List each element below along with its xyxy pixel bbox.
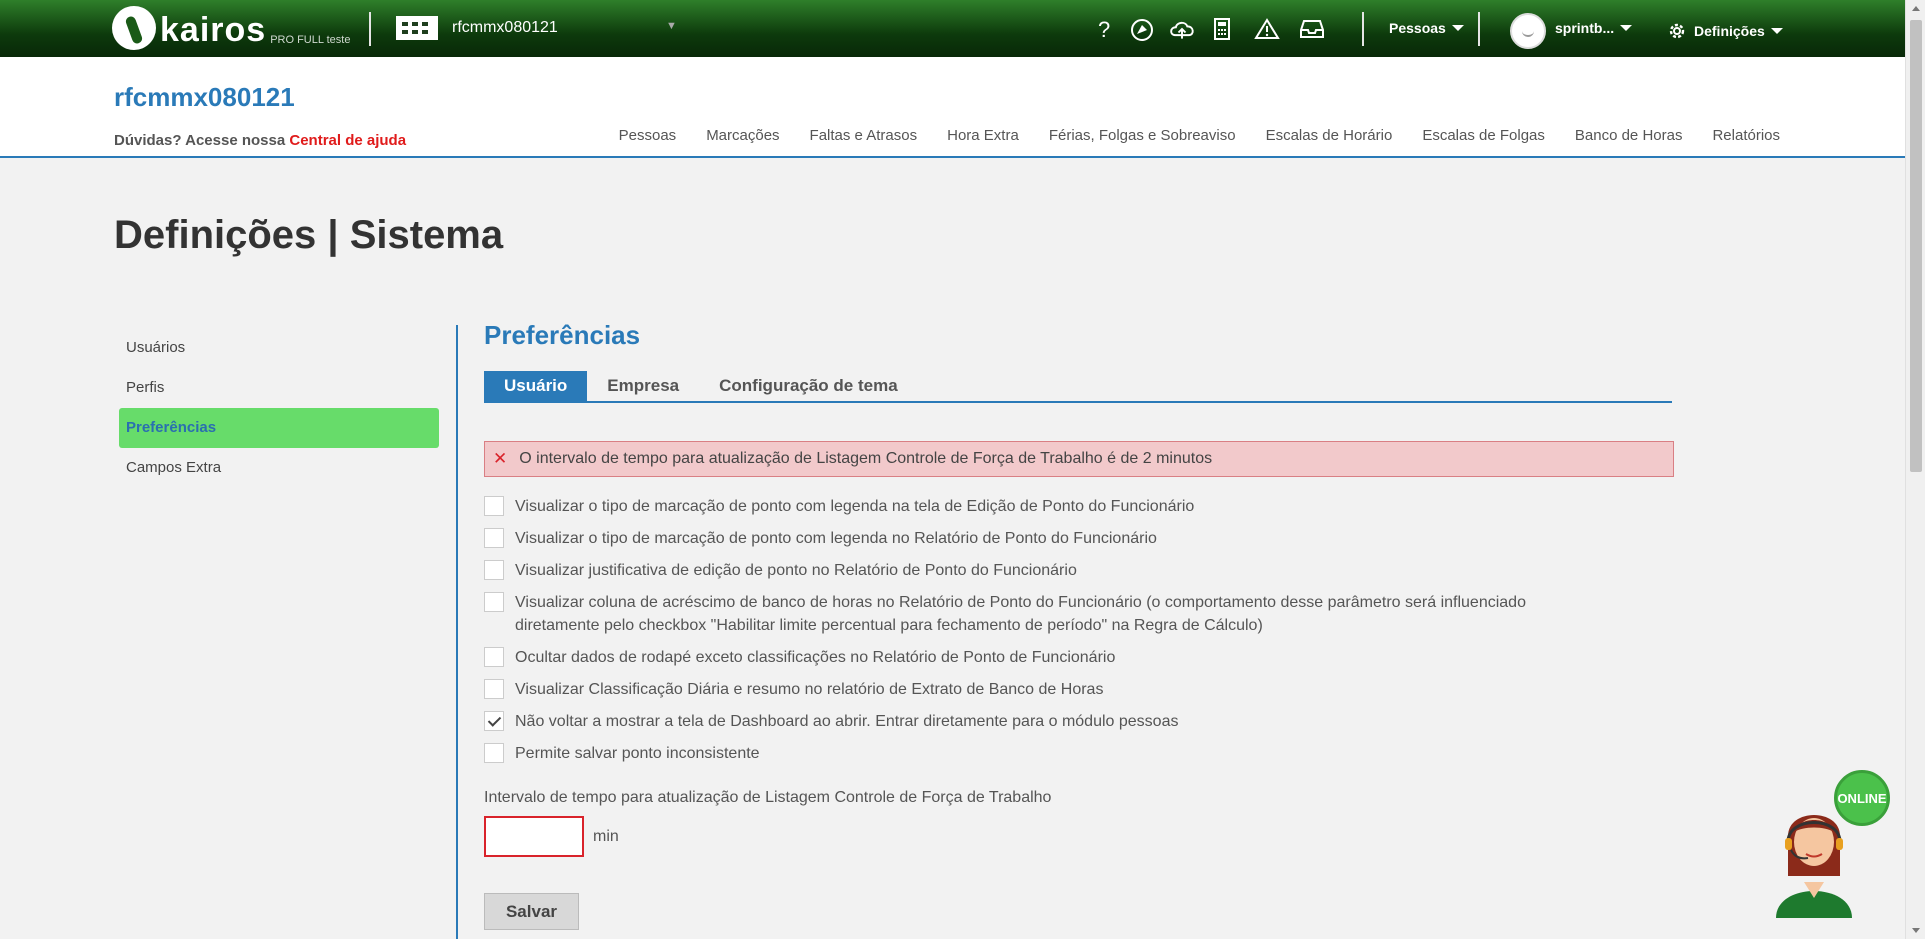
- divider: [1362, 12, 1364, 46]
- option-row: Visualizar Classificação Diária e resumo…: [484, 678, 1674, 701]
- option-row: Permite salvar ponto inconsistente: [484, 742, 1674, 765]
- logo-text: kairos: [160, 11, 267, 49]
- kairos-logo-mark: [112, 6, 156, 50]
- option-row: Visualizar o tipo de marcação de ponto c…: [484, 495, 1674, 518]
- section-title: Preferências: [484, 320, 641, 350]
- user-menu[interactable]: sprintb...: [1555, 20, 1633, 36]
- help-text: Dúvidas? Acesse nossa Central de ajuda: [114, 132, 406, 149]
- help-prefix: Dúvidas? Acesse nossa: [114, 132, 290, 149]
- warning-icon[interactable]: [1253, 16, 1281, 42]
- side-menu-item-campos-extra[interactable]: Campos Extra: [119, 448, 439, 488]
- cloud-upload-icon[interactable]: [1168, 16, 1196, 42]
- option-label: Visualizar o tipo de marcação de ponto c…: [515, 498, 1195, 515]
- preference-options: Visualizar o tipo de marcação de ponto c…: [484, 495, 1674, 765]
- option-label: Visualizar coluna de acréscimo de banco …: [515, 594, 1526, 634]
- option-row: Visualizar coluna de acréscimo de banco …: [484, 591, 1674, 637]
- option-label: Visualizar justificativa de edição de po…: [515, 562, 1077, 579]
- building-icon: [396, 16, 438, 40]
- tab-empresa[interactable]: Empresa: [587, 371, 699, 401]
- save-button[interactable]: Salvar: [484, 893, 579, 930]
- option-checkbox[interactable]: [484, 647, 504, 667]
- option-checkbox[interactable]: [484, 743, 504, 763]
- option-label: Ocultar dados de rodapé exceto classific…: [515, 649, 1116, 666]
- help-icon[interactable]: ?: [1089, 16, 1117, 42]
- nav-item-pessoas[interactable]: Pessoas: [619, 127, 677, 144]
- nav-item-relatorios[interactable]: Relatórios: [1712, 127, 1780, 144]
- option-row: Visualizar justificativa de edição de po…: [484, 559, 1674, 582]
- preferences-panel: Preferências Usuário Empresa Configuraçã…: [484, 320, 1674, 930]
- top-bar: kairos PRO FULL teste rfcmmx080121 ▼ ? P…: [0, 0, 1905, 57]
- error-message: O intervalo de tempo para atualização de…: [519, 450, 1213, 467]
- people-menu[interactable]: Pessoas: [1389, 20, 1464, 36]
- gear-icon: [1669, 23, 1685, 39]
- avatar[interactable]: [1510, 13, 1546, 49]
- settings-menu-label: Definições: [1694, 23, 1765, 39]
- people-menu-label: Pessoas: [1389, 20, 1446, 36]
- company-selector-label: rfcmmx080121: [452, 19, 558, 36]
- side-menu: Usuários Perfis Preferências Campos Extr…: [119, 328, 439, 488]
- page-header: rfcmmx080121 Dúvidas? Acesse nossa Centr…: [0, 57, 1905, 158]
- option-checkbox[interactable]: [484, 679, 504, 699]
- tab-configuracao-tema[interactable]: Configuração de tema: [699, 371, 918, 401]
- company-selector[interactable]: rfcmmx080121 ▼: [396, 16, 677, 40]
- scrollbar-thumb[interactable]: [1910, 20, 1922, 472]
- option-row: Visualizar o tipo de marcação de ponto c…: [484, 527, 1674, 550]
- interval-row: min: [484, 816, 1674, 857]
- interval-input[interactable]: [484, 816, 584, 857]
- main-nav: Pessoas Marcações Faltas e Atrasos Hora …: [619, 127, 1780, 144]
- side-menu-item-usuarios[interactable]: Usuários: [119, 328, 439, 368]
- nav-item-banco-horas[interactable]: Banco de Horas: [1575, 127, 1683, 144]
- option-checkbox[interactable]: [484, 592, 504, 612]
- page-scrollbar[interactable]: [1905, 0, 1925, 939]
- scroll-down-icon[interactable]: [1912, 928, 1920, 933]
- option-row: Ocultar dados de rodapé exceto classific…: [484, 646, 1674, 669]
- tab-bar: Usuário Empresa Configuração de tema: [484, 371, 1672, 403]
- interval-unit: min: [593, 827, 619, 845]
- nav-item-ferias-folgas[interactable]: Férias, Folgas e Sobreaviso: [1049, 127, 1236, 144]
- nav-item-escalas-folgas[interactable]: Escalas de Folgas: [1422, 127, 1545, 144]
- user-menu-label: sprintb...: [1555, 20, 1615, 36]
- option-label: Visualizar o tipo de marcação de ponto c…: [515, 530, 1157, 547]
- logo-subtitle: PRO FULL teste: [270, 34, 351, 46]
- content-divider: [456, 325, 458, 939]
- company-title: rfcmmx080121: [114, 82, 295, 112]
- option-checkbox[interactable]: [484, 496, 504, 516]
- option-checkbox[interactable]: [484, 528, 504, 548]
- help-center-link[interactable]: Central de ajuda: [289, 132, 406, 149]
- interval-label: Intervalo de tempo para atualização de L…: [484, 789, 1052, 806]
- error-alert: ✕ O intervalo de tempo para atualização …: [484, 441, 1674, 477]
- rocket-icon[interactable]: [1128, 16, 1156, 42]
- option-label: Visualizar Classificação Diária e resumo…: [515, 681, 1104, 698]
- option-checkbox[interactable]: [484, 560, 504, 580]
- inbox-icon[interactable]: [1298, 16, 1326, 42]
- caret-down-icon: [1770, 28, 1783, 34]
- side-menu-item-preferencias[interactable]: Preferências: [119, 408, 439, 448]
- divider: [1478, 12, 1480, 46]
- error-x-icon: ✕: [493, 449, 508, 468]
- caret-down-icon: [1620, 25, 1633, 31]
- option-row: Não voltar a mostrar a tela de Dashboard…: [484, 710, 1674, 733]
- option-checkbox[interactable]: [484, 711, 504, 731]
- nav-item-escalas-horario[interactable]: Escalas de Horário: [1266, 127, 1393, 144]
- chevron-down-icon: ▼: [666, 20, 677, 32]
- page-title: Definições | Sistema: [114, 213, 504, 257]
- tab-usuario[interactable]: Usuário: [484, 371, 588, 401]
- option-label: Permite salvar ponto inconsistente: [515, 745, 760, 762]
- nav-item-marcacoes[interactable]: Marcações: [706, 127, 779, 144]
- svg-text:?: ?: [1098, 17, 1110, 42]
- divider: [369, 12, 371, 46]
- calculator-icon[interactable]: [1208, 16, 1236, 42]
- option-label: Não voltar a mostrar a tela de Dashboard…: [515, 713, 1179, 730]
- nav-item-faltas-atrasos[interactable]: Faltas e Atrasos: [810, 127, 918, 144]
- scroll-up-icon[interactable]: [1912, 6, 1920, 11]
- online-badge: ONLINE: [1834, 770, 1890, 826]
- settings-menu[interactable]: Definições: [1666, 20, 1783, 42]
- caret-down-icon: [1451, 25, 1464, 31]
- nav-item-hora-extra[interactable]: Hora Extra: [947, 127, 1019, 144]
- side-menu-item-perfis[interactable]: Perfis: [119, 368, 439, 408]
- kairos-logo[interactable]: kairos PRO FULL teste: [112, 6, 350, 50]
- online-support-widget[interactable]: ONLINE: [1774, 770, 1890, 918]
